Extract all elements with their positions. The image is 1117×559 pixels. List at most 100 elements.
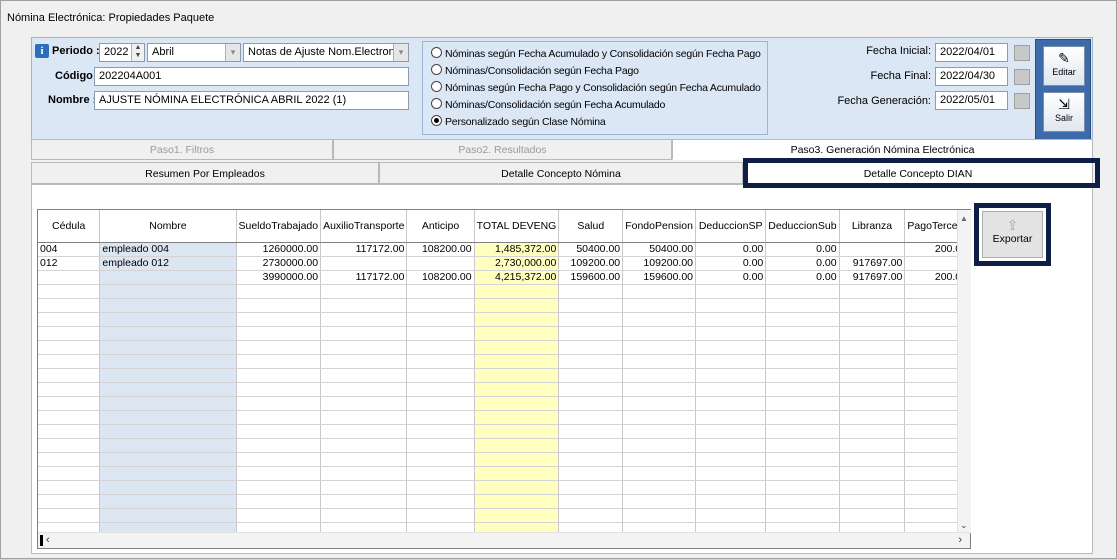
- year-stepper[interactable]: 2022 ▲ ▼: [99, 43, 145, 62]
- table-cell[interactable]: [695, 494, 767, 509]
- table-cell[interactable]: [765, 466, 840, 481]
- table-cell[interactable]: [99, 438, 237, 453]
- table-cell[interactable]: [38, 284, 101, 299]
- scroll-right-icon[interactable]: ›: [958, 534, 962, 546]
- table-cell[interactable]: [99, 270, 237, 285]
- table-cell[interactable]: 1,485,372.00: [474, 242, 560, 257]
- table-cell[interactable]: [236, 494, 322, 509]
- table-cell[interactable]: [765, 354, 840, 369]
- table-cell[interactable]: [558, 410, 624, 425]
- table-cell[interactable]: [474, 494, 560, 509]
- table-cell[interactable]: [622, 410, 697, 425]
- table-cell[interactable]: [99, 298, 237, 313]
- table-cell[interactable]: [622, 284, 697, 299]
- table-cell[interactable]: [99, 508, 237, 523]
- table-cell[interactable]: 50400.00: [558, 242, 624, 257]
- table-cell[interactable]: [839, 466, 906, 481]
- table-cell[interactable]: [406, 256, 475, 271]
- table-cell[interactable]: [695, 424, 767, 439]
- table-cell[interactable]: [320, 354, 408, 369]
- table-cell[interactable]: [406, 466, 475, 481]
- column-header[interactable]: DeduccionSub: [765, 210, 840, 243]
- nombre-field[interactable]: AJUSTE NÓMINA ELECTRÓNICA ABRIL 2022 (1): [94, 91, 409, 110]
- table-cell[interactable]: [765, 340, 840, 355]
- table-cell[interactable]: [695, 396, 767, 411]
- table-cell[interactable]: [38, 452, 101, 467]
- table-cell[interactable]: [320, 298, 408, 313]
- table-cell[interactable]: [839, 424, 906, 439]
- table-cell[interactable]: [695, 354, 767, 369]
- table-cell[interactable]: [406, 354, 475, 369]
- table-cell[interactable]: [320, 256, 408, 271]
- table-cell[interactable]: [695, 438, 767, 453]
- table-cell[interactable]: [622, 494, 697, 509]
- table-cell[interactable]: [839, 382, 906, 397]
- table-cell[interactable]: [38, 410, 101, 425]
- table-cell[interactable]: [695, 452, 767, 467]
- table-cell[interactable]: [839, 326, 906, 341]
- table-cell[interactable]: 1260000.00: [236, 242, 322, 257]
- table-cell[interactable]: [622, 354, 697, 369]
- table-cell[interactable]: [38, 354, 101, 369]
- table-cell[interactable]: [320, 368, 408, 383]
- table-cell[interactable]: [765, 298, 840, 313]
- table-cell[interactable]: empleado 004: [99, 242, 237, 257]
- table-row[interactable]: 3990000.00 117172.00 108200.00 4,215,372.00…: [38, 270, 970, 285]
- table-cell[interactable]: [38, 326, 101, 341]
- table-cell[interactable]: [474, 326, 560, 341]
- table-cell[interactable]: [558, 424, 624, 439]
- table-cell[interactable]: 2730000.00: [236, 256, 322, 271]
- table-cell[interactable]: [99, 396, 237, 411]
- table-cell[interactable]: [236, 424, 322, 439]
- vertical-scrollbar[interactable]: ▲ ⌄: [957, 210, 971, 533]
- table-cell[interactable]: [406, 284, 475, 299]
- fecha-inicial-field[interactable]: 2022/04/01: [935, 43, 1008, 62]
- table-cell[interactable]: [695, 466, 767, 481]
- table-cell[interactable]: [236, 438, 322, 453]
- chevron-down-icon[interactable]: ▾: [393, 44, 408, 61]
- table-cell[interactable]: [320, 396, 408, 411]
- option-fecha-acumulado[interactable]: Nóminas/Consolidación según Fecha Acumul…: [431, 98, 665, 111]
- table-row[interactable]: [38, 480, 970, 495]
- scroll-up-icon[interactable]: ▲: [960, 214, 968, 223]
- table-cell[interactable]: [406, 424, 475, 439]
- salir-button[interactable]: ⇲ Salir: [1043, 92, 1085, 132]
- table-cell[interactable]: [320, 452, 408, 467]
- table-cell[interactable]: 0.00: [695, 242, 767, 257]
- table-cell[interactable]: [320, 326, 408, 341]
- table-cell[interactable]: 0.00: [695, 270, 767, 285]
- table-cell[interactable]: [474, 424, 560, 439]
- table-cell[interactable]: [474, 396, 560, 411]
- table-cell[interactable]: [38, 424, 101, 439]
- table-row[interactable]: [38, 396, 970, 411]
- table-row[interactable]: [38, 466, 970, 481]
- table-cell[interactable]: [320, 340, 408, 355]
- table-cell[interactable]: [406, 298, 475, 313]
- table-cell[interactable]: [236, 298, 322, 313]
- table-cell[interactable]: [474, 382, 560, 397]
- table-cell[interactable]: [406, 438, 475, 453]
- table-cell[interactable]: [765, 312, 840, 327]
- table-cell[interactable]: [765, 368, 840, 383]
- table-cell[interactable]: empleado 012: [99, 256, 237, 271]
- calendar-icon[interactable]: [1014, 93, 1030, 109]
- table-cell[interactable]: [406, 494, 475, 509]
- table-cell[interactable]: [236, 284, 322, 299]
- table-cell[interactable]: [99, 410, 237, 425]
- column-header[interactable]: TOTAL DEVENG: [474, 210, 560, 243]
- table-cell[interactable]: [474, 284, 560, 299]
- table-cell[interactable]: [38, 494, 101, 509]
- table-cell[interactable]: [622, 466, 697, 481]
- fecha-generacion-field[interactable]: 2022/05/01: [935, 91, 1008, 110]
- table-cell[interactable]: [558, 368, 624, 383]
- table-cell[interactable]: [839, 438, 906, 453]
- table-cell[interactable]: 117172.00: [320, 270, 408, 285]
- table-row[interactable]: [38, 452, 970, 467]
- chevron-down-icon[interactable]: ▾: [225, 44, 240, 61]
- table-cell[interactable]: [839, 508, 906, 523]
- table-cell[interactable]: [236, 480, 322, 495]
- table-cell[interactable]: [839, 284, 906, 299]
- table-cell[interactable]: [236, 368, 322, 383]
- table-cell[interactable]: [695, 298, 767, 313]
- table-cell[interactable]: [695, 284, 767, 299]
